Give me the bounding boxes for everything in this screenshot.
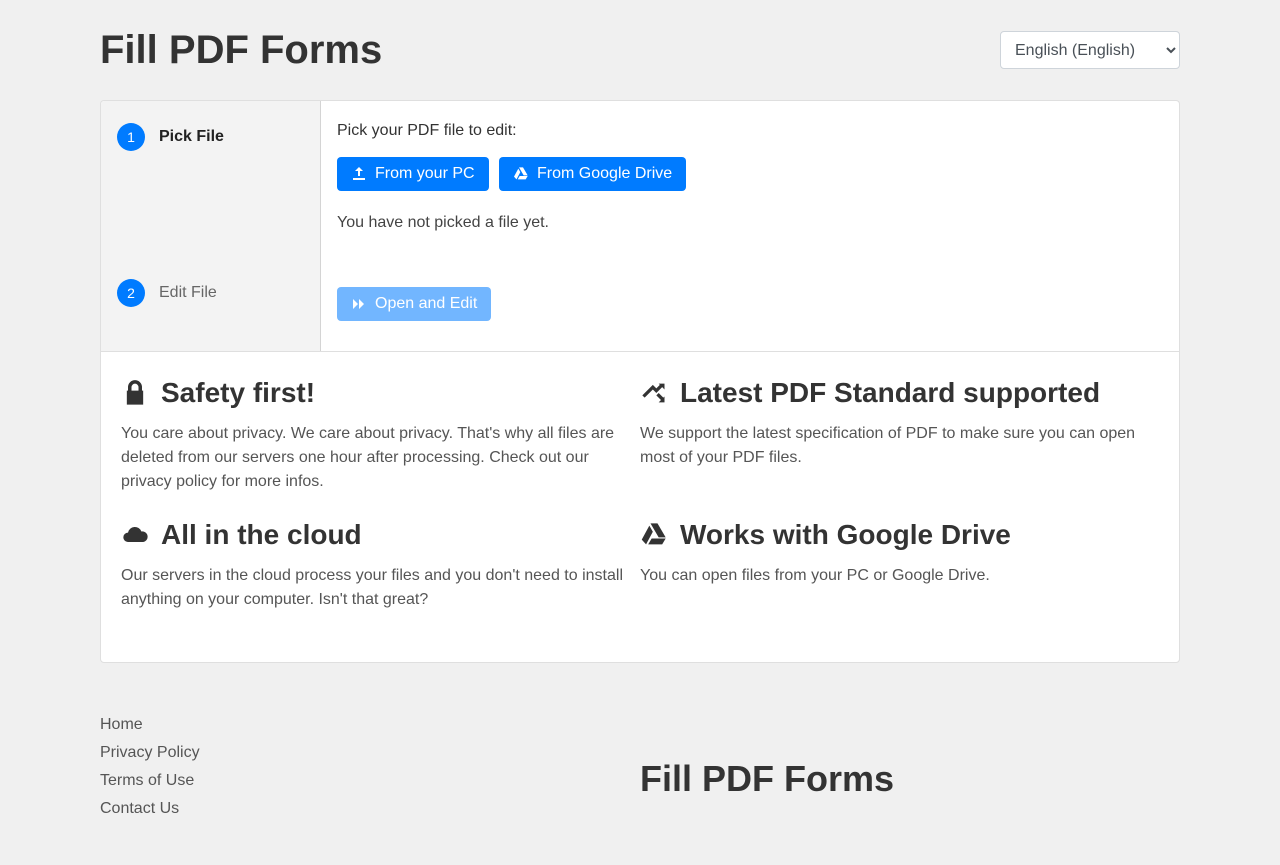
step-2-content: Open and Edit bbox=[337, 287, 1163, 321]
feature-drive-body: You can open files from your PC or Googl… bbox=[640, 564, 1149, 588]
step-1-badge: 1 bbox=[117, 123, 145, 151]
feature-drive: Works with Google Drive You can open fil… bbox=[640, 514, 1159, 632]
cloud-icon bbox=[121, 521, 149, 549]
feature-standard-body: We support the latest specification of P… bbox=[640, 422, 1149, 470]
step-2: 2 Edit File bbox=[117, 275, 308, 311]
feature-drive-title: Works with Google Drive bbox=[680, 514, 1011, 556]
footer-link-home[interactable]: Home bbox=[100, 713, 640, 737]
steps-sidebar: 1 Pick File 2 Edit File bbox=[101, 101, 321, 351]
feature-safety-body: You care about privacy. We care about pr… bbox=[121, 422, 630, 494]
language-select[interactable]: English (English) bbox=[1000, 31, 1180, 69]
footer-title: Fill PDF Forms bbox=[640, 732, 1180, 806]
feature-safety: Safety first! You care about privacy. We… bbox=[121, 372, 640, 514]
google-drive-icon bbox=[513, 166, 529, 182]
lock-icon bbox=[121, 379, 149, 407]
from-google-drive-button[interactable]: From Google Drive bbox=[499, 157, 686, 191]
double-chevron-icon bbox=[351, 296, 367, 312]
google-drive-icon bbox=[640, 521, 668, 549]
feature-cloud: All in the cloud Our servers in the clou… bbox=[121, 514, 640, 632]
step-1: 1 Pick File bbox=[117, 119, 308, 155]
pick-status: You have not picked a file yet. bbox=[337, 211, 1163, 235]
step-2-label: Edit File bbox=[159, 281, 217, 305]
footer-link-privacy[interactable]: Privacy Policy bbox=[100, 741, 640, 765]
feature-standard-title: Latest PDF Standard supported bbox=[680, 372, 1100, 414]
footer-links: Home Privacy Policy Terms of Use Contact… bbox=[100, 713, 640, 825]
shuffle-icon bbox=[640, 379, 668, 407]
feature-safety-title: Safety first! bbox=[161, 372, 315, 414]
step-2-badge: 2 bbox=[117, 279, 145, 307]
open-and-edit-button[interactable]: Open and Edit bbox=[337, 287, 491, 321]
feature-cloud-body: Our servers in the cloud process your fi… bbox=[121, 564, 630, 612]
feature-standard: Latest PDF Standard supported We support… bbox=[640, 372, 1159, 514]
step-1-label: Pick File bbox=[159, 125, 224, 149]
open-and-edit-label: Open and Edit bbox=[375, 295, 477, 313]
feature-cloud-title: All in the cloud bbox=[161, 514, 362, 556]
from-pc-label: From your PC bbox=[375, 165, 475, 183]
step-1-content: Pick your PDF file to edit: From your PC bbox=[337, 119, 1163, 235]
page-title: Fill PDF Forms bbox=[100, 20, 382, 80]
upload-icon bbox=[351, 166, 367, 182]
footer-link-terms[interactable]: Terms of Use bbox=[100, 769, 640, 793]
footer-link-contact[interactable]: Contact Us bbox=[100, 797, 640, 821]
main-card: 1 Pick File 2 Edit File Pick your PDF fi… bbox=[100, 100, 1180, 663]
from-pc-button[interactable]: From your PC bbox=[337, 157, 489, 191]
pick-prompt: Pick your PDF file to edit: bbox=[337, 119, 1163, 143]
from-drive-label: From Google Drive bbox=[537, 165, 672, 183]
